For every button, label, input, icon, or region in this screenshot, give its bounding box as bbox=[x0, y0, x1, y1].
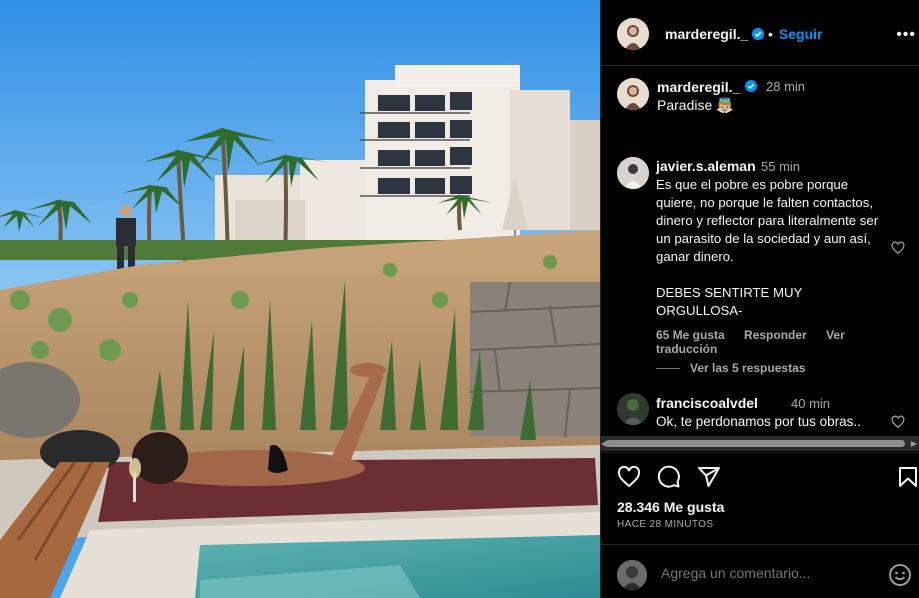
post-header: marderegil._ • Seguir ••• bbox=[601, 0, 919, 66]
commenter-avatar[interactable] bbox=[617, 157, 649, 189]
scroll-right-icon[interactable]: ▶ bbox=[911, 439, 917, 448]
caption-time[interactable]: 28 min bbox=[766, 79, 805, 94]
heart-icon[interactable] bbox=[617, 465, 641, 489]
author-username[interactable]: marderegil._ bbox=[665, 26, 748, 42]
separator-dot: • bbox=[768, 26, 773, 42]
comment-input[interactable] bbox=[661, 565, 881, 581]
comment-text: Ok, te perdonamos por tus obras.. bbox=[656, 414, 861, 429]
comment-time[interactable]: 40 min bbox=[791, 396, 830, 411]
bookmark-icon[interactable] bbox=[896, 465, 919, 489]
replies-divider bbox=[656, 368, 680, 370]
view-replies-button[interactable]: Ver las 5 respuestas bbox=[656, 361, 805, 375]
caption-username[interactable]: marderegil._ bbox=[657, 79, 740, 95]
comment-like-icon[interactable] bbox=[891, 415, 905, 429]
add-comment-bar bbox=[601, 544, 919, 598]
reply-button[interactable]: Responder bbox=[744, 328, 807, 342]
commenter-username[interactable]: franciscoalvdel bbox=[656, 395, 758, 411]
comment-icon[interactable] bbox=[657, 465, 681, 489]
viewer-avatar bbox=[617, 560, 647, 590]
commenter-avatar[interactable] bbox=[617, 393, 649, 425]
scrollbar-thumb[interactable] bbox=[605, 440, 905, 447]
post-image bbox=[0, 0, 600, 598]
commenter-username[interactable]: javier.s.aleman bbox=[656, 158, 756, 174]
verified-badge-icon bbox=[752, 28, 764, 40]
caption-text: Paradise 👼🏼 bbox=[657, 97, 734, 113]
caption-avatar[interactable] bbox=[617, 78, 649, 110]
paper-plane-icon[interactable] bbox=[697, 465, 721, 489]
comment-likes[interactable]: 65 Me gusta bbox=[656, 328, 725, 342]
post-actions: 28.346 Me gusta HACE 28 MINUTOS bbox=[601, 452, 919, 544]
comment-like-icon[interactable] bbox=[891, 241, 905, 255]
post-timestamp[interactable]: HACE 28 MINUTOS bbox=[617, 519, 713, 530]
follow-label: Seguir bbox=[778, 26, 823, 42]
comments-list[interactable]: marderegil._ 28 min Paradise 👼🏼 javier.s… bbox=[601, 66, 919, 451]
emoji-icon[interactable] bbox=[888, 563, 912, 587]
comments-scrollbar[interactable]: ◀ ▶ bbox=[601, 436, 919, 451]
comment-text: Es que el pobre es pobre porque quiere, … bbox=[656, 177, 879, 318]
verified-badge-icon bbox=[745, 80, 757, 92]
comment-meta: 65 Me gusta Responder Ver traducción bbox=[656, 328, 919, 356]
post-photo[interactable] bbox=[0, 0, 600, 598]
author-avatar[interactable] bbox=[617, 18, 649, 50]
view-replies-label: Ver las 5 respuestas bbox=[690, 361, 806, 375]
likes-count[interactable]: 28.346 Me gusta bbox=[617, 499, 724, 515]
post-sidebar: marderegil._ • Seguir ••• marderegil._ 28… bbox=[600, 0, 919, 598]
comment-time[interactable]: 55 min bbox=[761, 159, 800, 174]
follow-button[interactable]: • Seguir bbox=[768, 26, 822, 42]
more-options-icon[interactable]: ••• bbox=[896, 26, 916, 44]
